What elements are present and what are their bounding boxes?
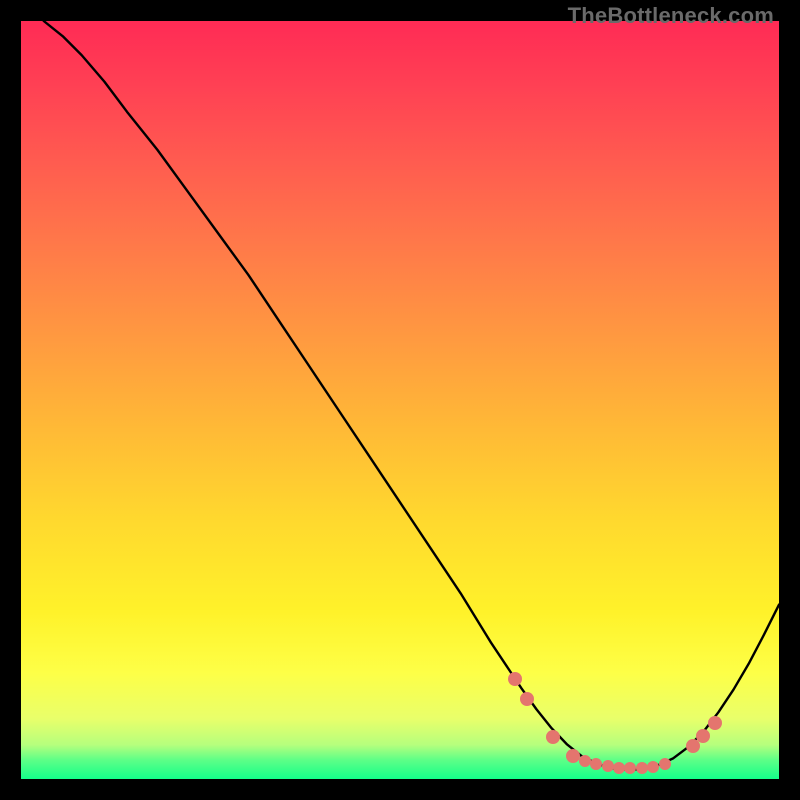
watermark-text: TheBottleneck.com — [568, 3, 774, 29]
data-marker — [590, 758, 602, 770]
data-marker — [520, 692, 534, 706]
data-marker — [508, 672, 522, 686]
data-marker — [624, 762, 636, 774]
data-marker — [647, 761, 659, 773]
data-marker — [602, 760, 614, 772]
data-marker — [613, 762, 625, 774]
plot-area — [21, 21, 779, 779]
data-marker — [659, 758, 671, 770]
data-marker — [579, 755, 591, 767]
bottleneck-curve — [21, 21, 779, 779]
chart-frame: TheBottleneck.com — [0, 0, 800, 800]
data-marker — [546, 730, 560, 744]
data-marker — [566, 749, 580, 763]
data-marker — [696, 729, 710, 743]
data-marker — [708, 716, 722, 730]
data-marker — [636, 762, 648, 774]
